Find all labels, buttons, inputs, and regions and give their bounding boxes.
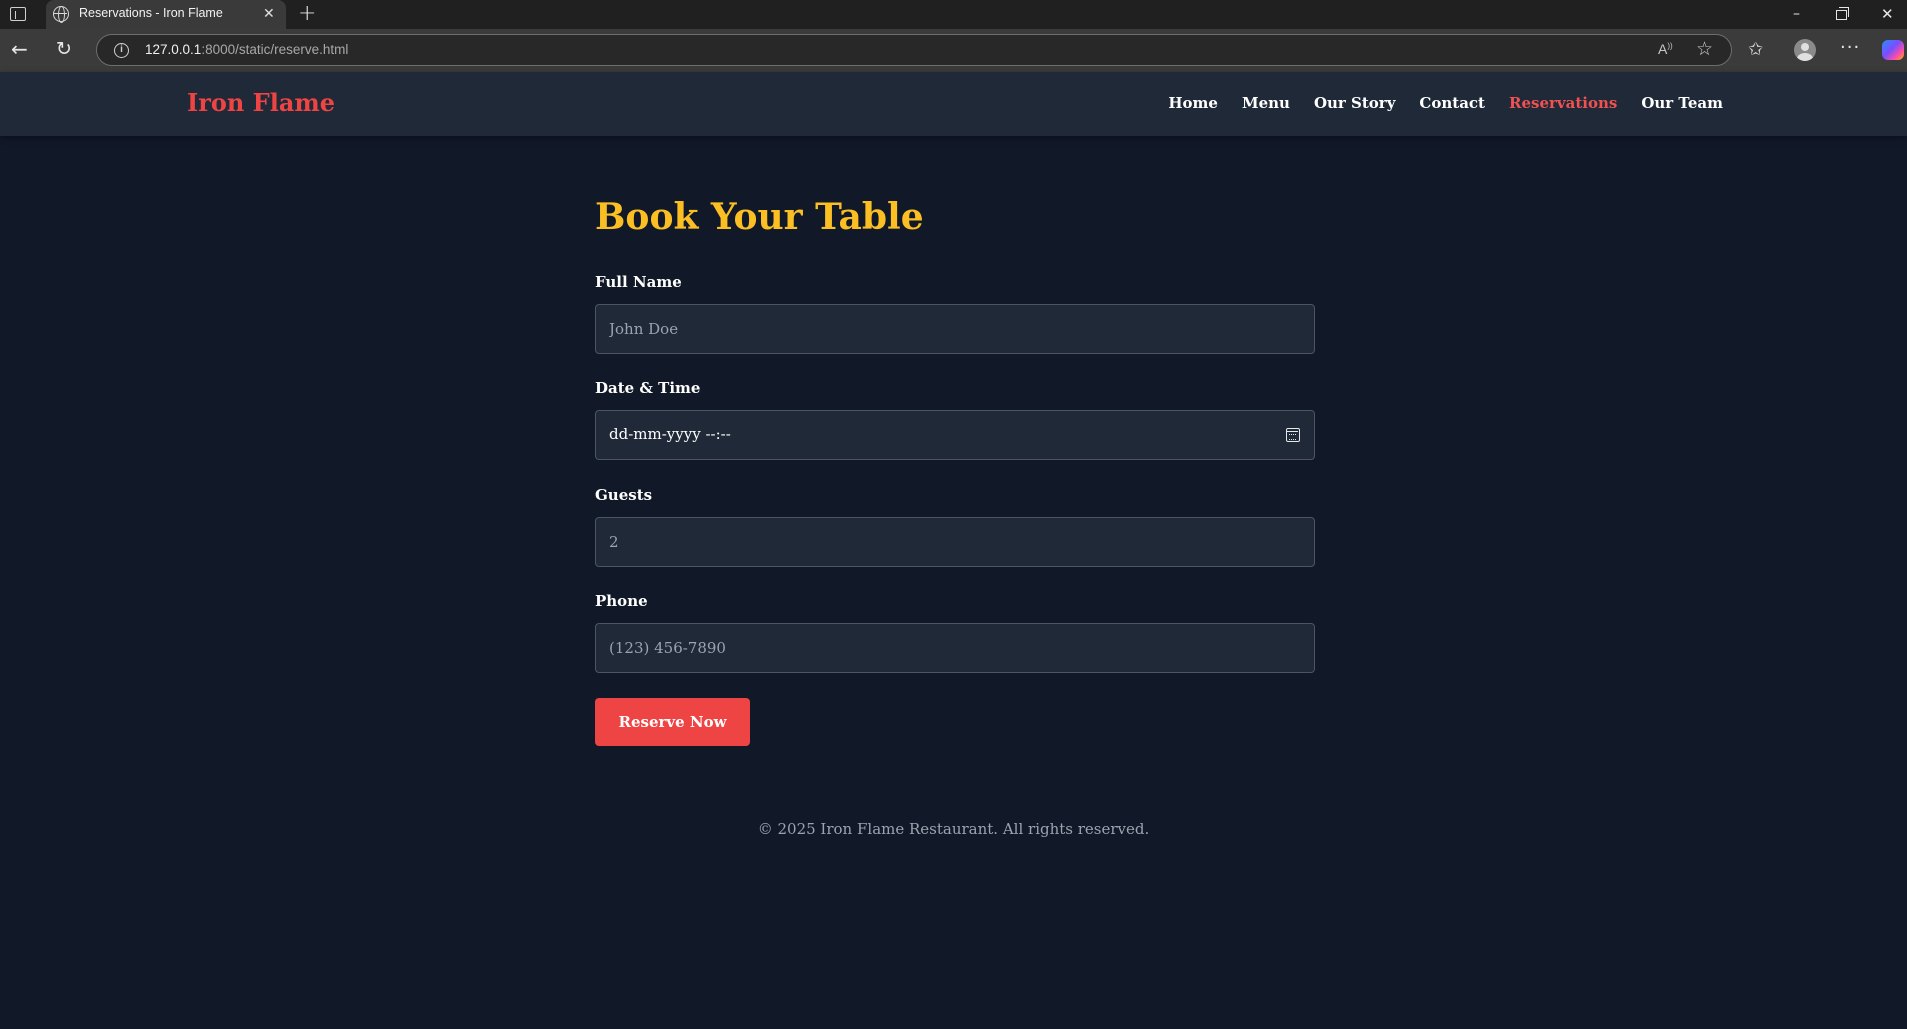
window-close-icon[interactable]: ✕ — [1881, 4, 1894, 24]
datetime-label: Date & Time — [595, 379, 701, 397]
profile-icon[interactable] — [1794, 39, 1816, 61]
copilot-icon[interactable] — [1882, 40, 1904, 60]
phone-label: Phone — [595, 592, 648, 610]
guests-input[interactable] — [596, 518, 1314, 566]
browser-toolbar: ← ↻ i 127.0.0.1:8000/static/reserve.html… — [0, 29, 1907, 72]
close-icon[interactable]: ✕ — [263, 4, 275, 24]
reserve-now-button[interactable]: Reserve Now — [595, 698, 750, 746]
nav-reservations[interactable]: Reservations — [1509, 94, 1617, 112]
browser-tab-bar: Reservations - Iron Flame ✕ + – ✕ — [0, 0, 1907, 29]
favorites-icon[interactable]: ✩ — [1748, 39, 1763, 61]
minimize-icon[interactable]: – — [1793, 4, 1800, 24]
guests-label: Guests — [595, 486, 653, 504]
page-title: Book Your Table — [595, 196, 924, 238]
tab-strip-icon[interactable] — [10, 7, 26, 21]
full-name-field-wrap — [595, 304, 1315, 354]
full-name-label: Full Name — [595, 273, 682, 291]
site-logo[interactable]: Iron Flame — [187, 88, 335, 117]
info-icon[interactable]: i — [114, 43, 129, 58]
url-path: :8000/static/reserve.html — [201, 42, 349, 57]
plus-icon[interactable]: + — [298, 2, 316, 26]
datetime-input[interactable]: dd-mm-yyyy --:-- — [595, 410, 1315, 460]
guests-field-wrap — [595, 517, 1315, 567]
url-host: 127.0.0.1 — [145, 42, 202, 57]
main-nav: Home Menu Our Story Contact Reservations… — [1168, 94, 1723, 112]
tab-title: Reservations - Iron Flame — [79, 6, 223, 20]
nav-contact[interactable]: Contact — [1419, 94, 1485, 112]
site-footer: © 2025 Iron Flame Restaurant. All rights… — [757, 820, 1150, 838]
more-icon[interactable]: ··· — [1840, 37, 1860, 59]
maximize-icon[interactable] — [1836, 7, 1849, 20]
address-bar[interactable]: i 127.0.0.1:8000/static/reserve.html A))… — [96, 34, 1732, 66]
reload-icon[interactable]: ↻ — [56, 38, 72, 60]
globe-icon — [53, 6, 69, 23]
browser-tab[interactable]: Reservations - Iron Flame ✕ — [46, 0, 286, 29]
calendar-icon[interactable] — [1286, 428, 1300, 442]
full-name-input[interactable] — [596, 305, 1314, 353]
read-aloud-icon[interactable]: A)) — [1658, 41, 1673, 57]
nav-home[interactable]: Home — [1168, 94, 1218, 112]
phone-field-wrap — [595, 623, 1315, 673]
back-icon[interactable]: ← — [11, 38, 28, 60]
nav-our-story[interactable]: Our Story — [1314, 94, 1395, 112]
site-header: Iron Flame Home Menu Our Story Contact R… — [0, 72, 1907, 136]
nav-menu[interactable]: Menu — [1242, 94, 1290, 112]
page: Iron Flame Home Menu Our Story Contact R… — [0, 72, 1907, 1027]
nav-our-team[interactable]: Our Team — [1641, 94, 1723, 112]
phone-input[interactable] — [596, 624, 1314, 672]
star-icon[interactable]: ☆ — [1696, 38, 1713, 60]
url-text[interactable]: 127.0.0.1:8000/static/reserve.html — [145, 42, 348, 57]
datetime-value: dd-mm-yyyy --:-- — [609, 425, 731, 443]
